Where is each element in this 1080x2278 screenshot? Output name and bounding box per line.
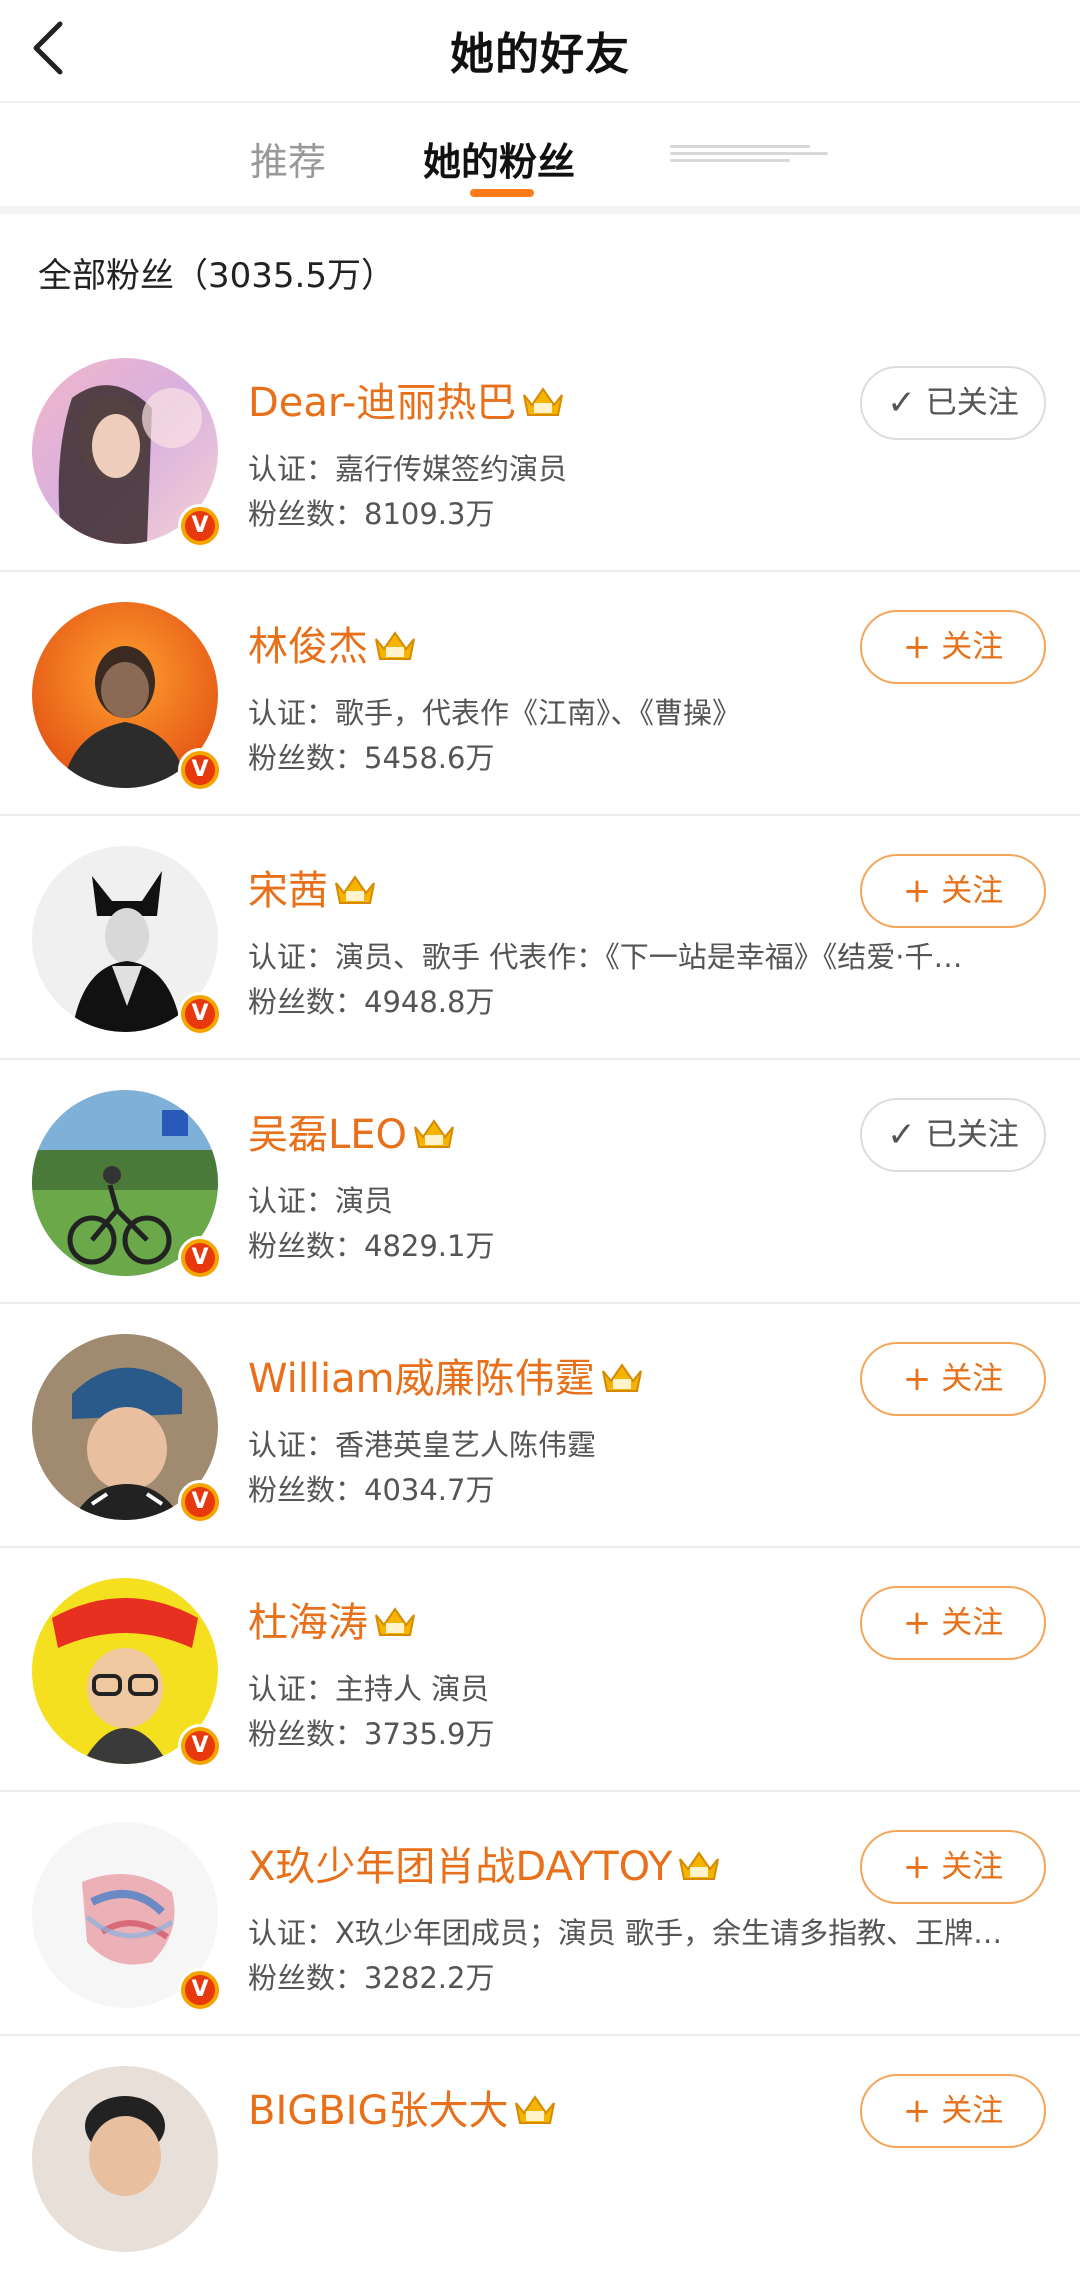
crown-icon <box>375 631 415 660</box>
follow-button[interactable]: + 关注 <box>860 610 1046 684</box>
user-name[interactable]: 杜海涛 <box>248 1590 418 1648</box>
plus-icon: + <box>902 1847 932 1887</box>
verification-text: 认证：演员 <box>248 1184 394 1218</box>
verified-v-icon: V <box>178 748 222 792</box>
fans-count: 粉丝数：5458.6万 <box>248 741 495 775</box>
plus-icon: + <box>902 2091 932 2131</box>
crown-icon <box>375 1607 415 1636</box>
avatar[interactable] <box>32 2066 218 2252</box>
user-name[interactable]: 林俊杰 <box>248 614 418 672</box>
list-item[interactable]: V 林俊杰 认证：歌手，代表作《江南》、《曹操》 粉丝数：5458.6万 + 关注 <box>0 572 1080 816</box>
fans-count: 粉丝数：3735.9万 <box>248 1717 495 1751</box>
user-name[interactable]: Dear-迪丽热巴 <box>248 370 566 428</box>
list-item[interactable]: BIGBIG张大大 + 关注 <box>0 2036 1080 2278</box>
verified-v-icon: V <box>178 1236 222 1280</box>
user-name[interactable]: 吴磊LEO <box>248 1102 457 1160</box>
tab-active-indicator <box>470 189 534 197</box>
list-item[interactable]: V 吴磊LEO 认证：演员 粉丝数：4829.1万 ✓ 已关注 <box>0 1060 1080 1304</box>
verification-text: 认证：主持人 演员 <box>248 1672 490 1706</box>
list-item[interactable]: V Dear-迪丽热巴 认证：嘉行传媒签约演员 粉丝数：8109.3万 ✓ 已关注 <box>0 328 1080 572</box>
plus-icon: + <box>902 871 932 911</box>
verification-text: 认证：歌手，代表作《江南》、《曹操》 <box>248 696 742 730</box>
plus-icon: + <box>902 1359 932 1399</box>
crown-icon <box>414 1119 455 1148</box>
tabs-divider <box>0 206 1080 214</box>
verification-text: 认证：嘉行传媒签约演员 <box>248 452 568 486</box>
crown-icon <box>601 1363 642 1392</box>
verification-text: 认证：X玖少年团成员；演员 歌手，余生请多指教、王牌… <box>248 1916 1003 1950</box>
avatar-image <box>32 2066 218 2252</box>
crown-icon <box>515 2095 556 2124</box>
list-item[interactable]: V 杜海涛 认证：主持人 演员 粉丝数：3735.9万 + 关注 <box>0 1548 1080 1792</box>
list-item[interactable]: V William威廉陈伟霆 认证：香港英皇艺人陈伟霆 粉丝数：4034.7万 … <box>0 1304 1080 1548</box>
top-bar: 她的好友 <box>0 0 1080 100</box>
verification-text: 认证：演员、歌手 代表作：《下一站是幸福》《结爱·千… <box>248 940 963 974</box>
list-item[interactable]: V X玖少年团肖战DAYTOY 认证：X玖少年团成员；演员 歌手，余生请多指教、… <box>0 1792 1080 2036</box>
verified-v-icon: V <box>178 1480 222 1524</box>
verified-v-icon: V <box>178 1724 222 1768</box>
user-name[interactable]: William威廉陈伟霆 <box>248 1346 645 1404</box>
verification-text: 认证：香港英皇艺人陈伟霆 <box>248 1428 597 1462</box>
page-title: 她的好友 <box>450 29 630 80</box>
verified-v-icon: V <box>178 1968 222 2012</box>
list-item[interactable]: V 宋茜 认证：演员、歌手 代表作：《下一站是幸福》《结爱·千… 粉丝数：494… <box>0 816 1080 1060</box>
check-icon: ✓ <box>887 383 916 423</box>
tab-her-fans[interactable]: 她的粉丝 <box>423 131 575 186</box>
verified-v-icon: V <box>178 504 222 548</box>
tab-bar: 推荐 她的粉丝 <box>0 103 1080 203</box>
follow-button[interactable]: + 关注 <box>860 1342 1046 1416</box>
fans-count: 粉丝数：4948.8万 <box>248 985 495 1019</box>
section-title: 全部粉丝（3035.5万） <box>38 256 395 296</box>
verified-v-icon: V <box>178 992 222 1036</box>
fans-count: 粉丝数：4034.7万 <box>248 1473 495 1507</box>
plus-icon: + <box>902 627 932 667</box>
follow-button[interactable]: + 关注 <box>860 1586 1046 1660</box>
fans-count: 粉丝数：4829.1万 <box>248 1229 495 1263</box>
follow-button[interactable]: + 关注 <box>860 1830 1046 1904</box>
check-icon: ✓ <box>887 1115 916 1155</box>
user-name[interactable]: X玖少年团肖战DAYTOY <box>248 1834 722 1892</box>
user-name[interactable]: 宋茜 <box>248 858 378 916</box>
follow-button[interactable]: + 关注 <box>860 2074 1046 2148</box>
crown-icon <box>335 875 375 904</box>
follow-button[interactable]: + 关注 <box>860 854 1046 928</box>
fans-list: V Dear-迪丽热巴 认证：嘉行传媒签约演员 粉丝数：8109.3万 ✓ 已关注… <box>0 328 1080 2278</box>
followed-button[interactable]: ✓ 已关注 <box>860 366 1046 440</box>
followed-button[interactable]: ✓ 已关注 <box>860 1098 1046 1172</box>
crown-icon <box>523 387 564 416</box>
user-name[interactable]: BIGBIG张大大 <box>248 2078 558 2136</box>
crown-icon <box>679 1851 720 1880</box>
fans-count: 粉丝数：3282.2万 <box>248 1961 495 1995</box>
tab-blurred[interactable] <box>670 141 828 171</box>
plus-icon: + <box>902 1603 932 1643</box>
fans-count: 粉丝数：8109.3万 <box>248 497 495 531</box>
tab-recommend[interactable]: 推荐 <box>250 131 326 186</box>
